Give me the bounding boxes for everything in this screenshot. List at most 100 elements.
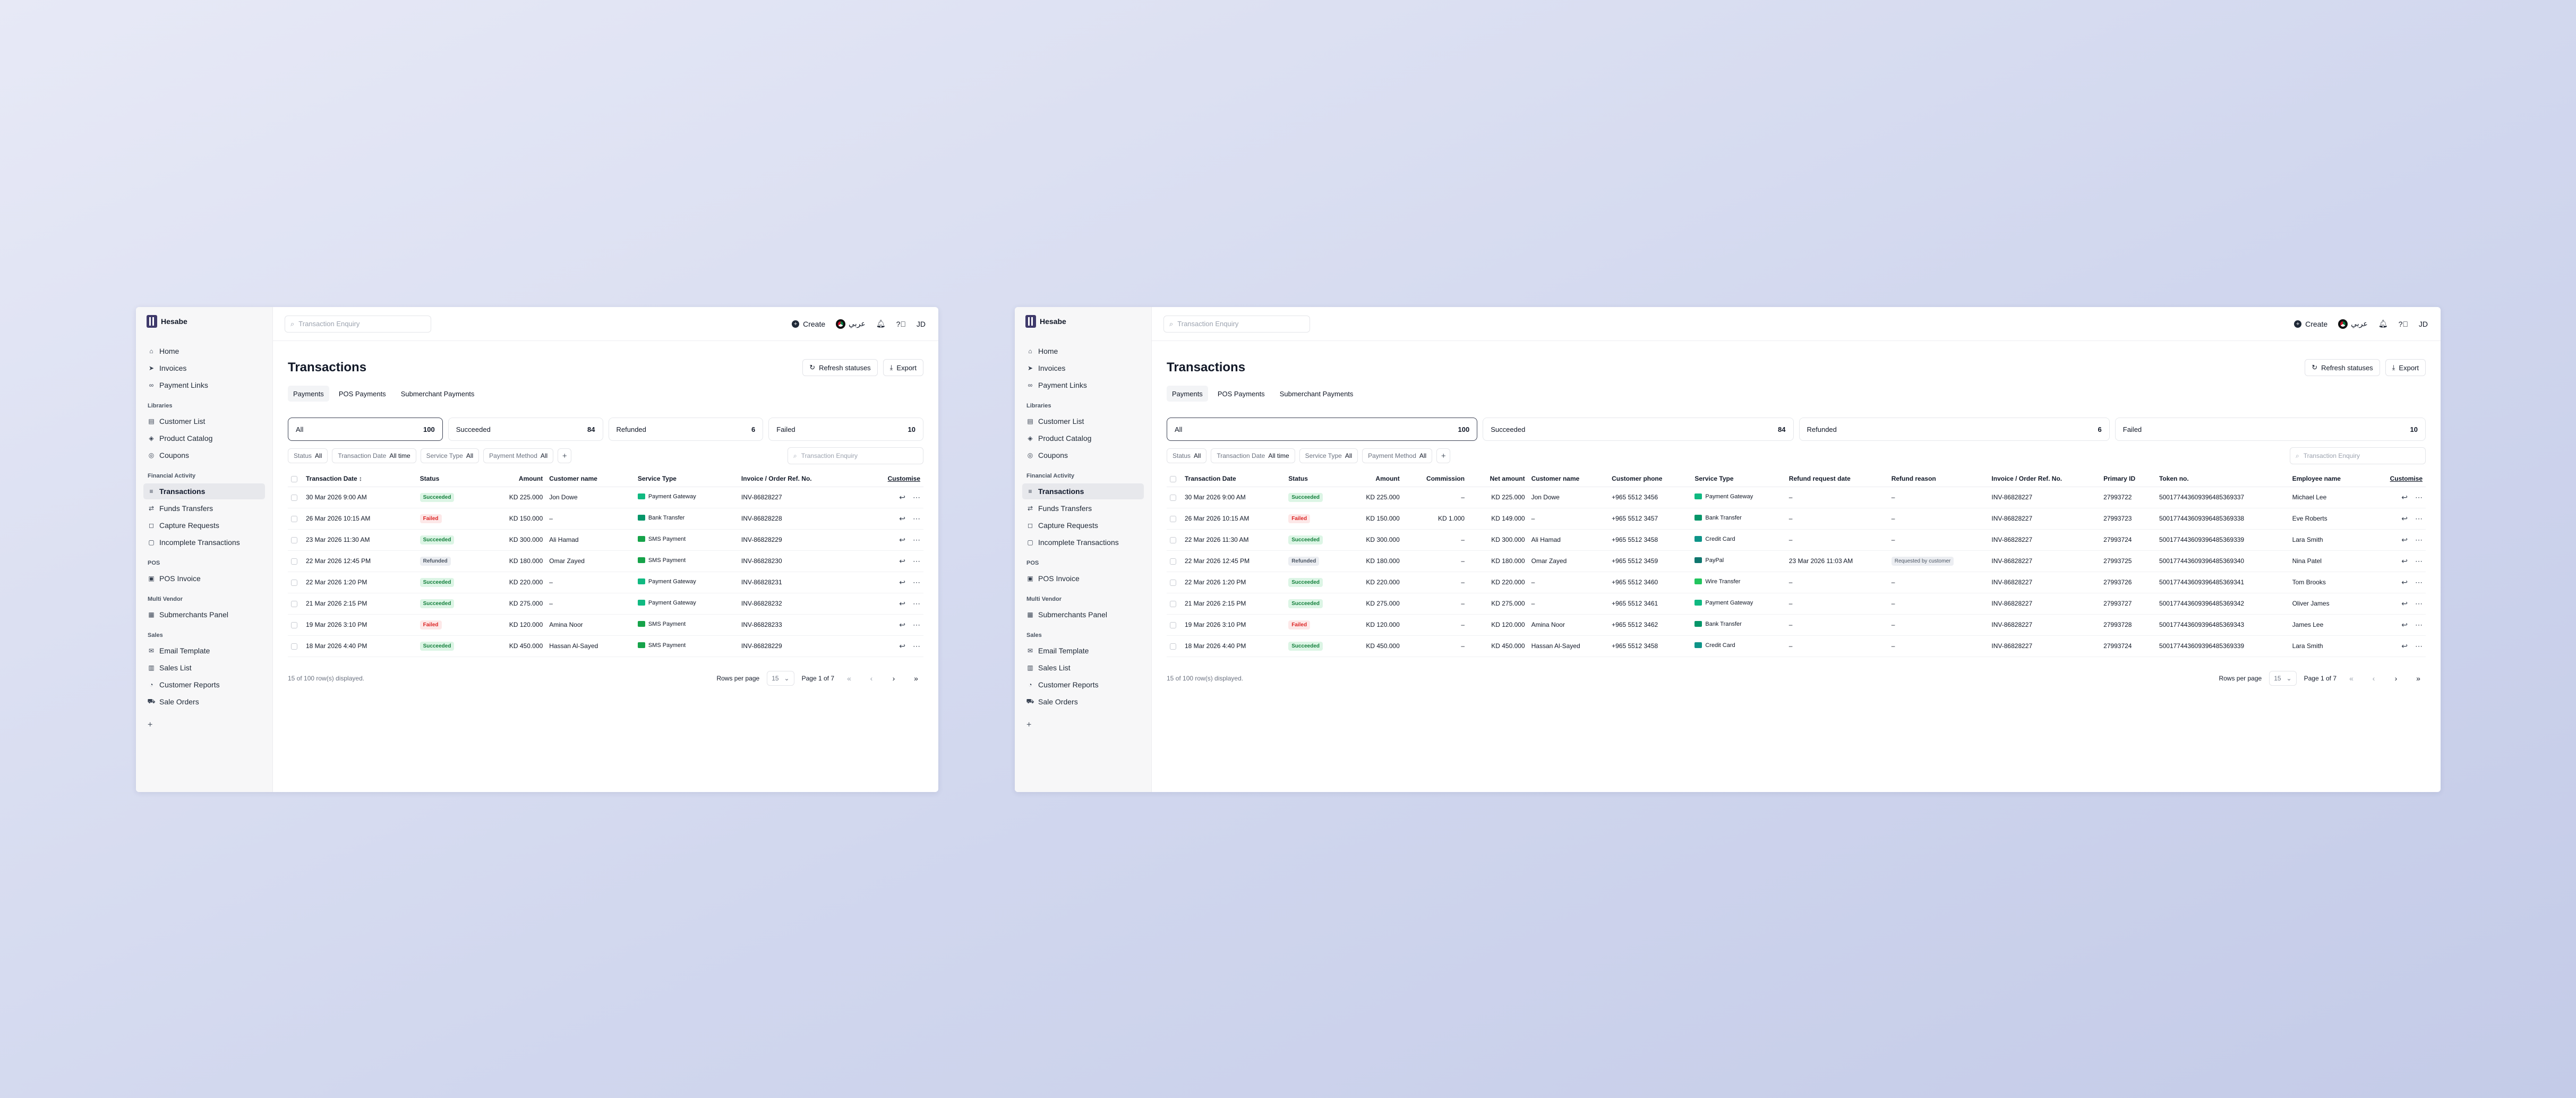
more-icon[interactable]: ⋯ [913, 620, 920, 629]
table-row[interactable]: 21 Mar 2026 2:15 PM Succeeded KD 275.000… [288, 593, 923, 615]
sidebar-item-funds-transfers[interactable]: ⇄ Funds Transfers [1022, 500, 1144, 516]
transaction-enquiry-search[interactable]: ⌕ Transaction Enquiry [1163, 315, 1310, 333]
row-checkbox[interactable] [1170, 600, 1176, 607]
row-checkbox[interactable] [291, 494, 297, 501]
sidebar-item-payment-links[interactable]: ∞ Payment Links [1022, 377, 1144, 393]
sidebar-item-product-catalog[interactable]: ◈ Product Catalog [1022, 430, 1144, 446]
sidebar-item-customer-reports[interactable]: ◔ Customer Reports [1022, 677, 1144, 693]
sidebar-item-home[interactable]: ⌂ Home [1022, 343, 1144, 359]
sort-icon[interactable]: ↕ [359, 475, 362, 482]
table-row[interactable]: 19 Mar 2026 3:10 PM Failed KD 120.000– KD 1… [1167, 614, 2426, 636]
tab-pos-payments[interactable]: POS Payments [1212, 386, 1270, 402]
table-search-input[interactable]: ⌕ Transaction Enquiry [788, 447, 923, 464]
table-search-input[interactable]: ⌕ Transaction Enquiry [2290, 447, 2426, 464]
filter-transaction-date[interactable]: Transaction Date All time [332, 448, 416, 463]
reply-icon[interactable]: ↩ [2401, 642, 2408, 651]
more-icon[interactable]: ⋯ [2415, 557, 2423, 566]
customise-columns-link[interactable]: Customise [861, 471, 923, 487]
row-checkbox[interactable] [1170, 579, 1176, 586]
more-icon[interactable]: ⋯ [2415, 620, 2423, 629]
col-service[interactable]: Service Type [1691, 471, 1786, 487]
col-customer[interactable]: Customer name [1528, 471, 1609, 487]
filter-service-type[interactable]: Service Type All [420, 448, 480, 463]
row-checkbox[interactable] [1170, 515, 1176, 522]
add-filter-button[interactable]: + [558, 448, 572, 463]
sidebar-item-coupons[interactable]: ◎ Coupons [1022, 447, 1144, 463]
more-icon[interactable]: ⋯ [913, 493, 920, 502]
add-shortcut-icon[interactable]: + [1026, 720, 1144, 730]
col-primary-id[interactable]: Primary ID [2100, 471, 2156, 487]
row-checkbox[interactable] [1170, 494, 1176, 501]
table-row[interactable]: 26 Mar 2026 10:15 AM Failed KD 150.000 KD 1… [1167, 508, 2426, 530]
sidebar-item-email-template[interactable]: ✉ Email Template [143, 643, 265, 659]
table-row[interactable]: 18 Mar 2026 4:40 PM Succeeded KD 450.000… [288, 635, 923, 657]
first-page-button[interactable]: « [842, 671, 857, 686]
sidebar-item-submerchants-panel[interactable]: ▦ Submerchants Panel [143, 607, 265, 623]
col-service-type[interactable]: Service Type [634, 471, 738, 487]
col-amount[interactable]: Amount [1345, 471, 1403, 487]
col-amount[interactable]: Amount [482, 471, 546, 487]
row-checkbox[interactable] [291, 622, 297, 628]
help-icon[interactable]: ?⃝ [896, 320, 906, 328]
sidebar-item-sale-orders[interactable]: ⛟ Sale Orders [1022, 694, 1144, 710]
summary-card-succeeded[interactable]: Succeeded 84 [1483, 418, 1794, 441]
table-row[interactable]: 23 Mar 2026 11:30 AM Succeeded KD 300.00… [288, 529, 923, 551]
rows-per-page-select[interactable]: 15 ⌄ [2269, 670, 2297, 686]
refresh-statuses-button[interactable]: ↻ Refresh statuses [2305, 359, 2380, 376]
reply-icon[interactable]: ↩ [2401, 578, 2408, 587]
sidebar-item-funds-transfers[interactable]: ⇄ Funds Transfers [143, 500, 265, 516]
table-row[interactable]: 30 Mar 2026 9:00 AM Succeeded KD 225.000– K… [1167, 487, 2426, 508]
summary-card-succeeded[interactable]: Succeeded 84 [448, 418, 603, 441]
row-checkbox[interactable] [291, 537, 297, 543]
row-checkbox[interactable] [291, 643, 297, 650]
table-row[interactable]: 26 Mar 2026 10:15 AM Failed KD 150.000 –… [288, 508, 923, 530]
table-row[interactable]: 22 Mar 2026 12:45 PM Refunded KD 180.000… [288, 550, 923, 572]
create-button[interactable]: + Create [792, 320, 825, 328]
filter-status[interactable]: Status All [288, 448, 328, 463]
reply-icon[interactable]: ↩ [2401, 493, 2408, 502]
more-icon[interactable]: ⋯ [2415, 642, 2423, 651]
row-checkbox[interactable] [1170, 537, 1176, 543]
sidebar-item-sales-list[interactable]: ▥ Sales List [143, 660, 265, 676]
reply-icon[interactable]: ↩ [2401, 620, 2408, 629]
rows-per-page-select[interactable]: 15 ⌄ [767, 670, 794, 686]
row-checkbox[interactable] [291, 515, 297, 522]
prev-page-button[interactable]: ‹ [2366, 671, 2381, 686]
more-icon[interactable]: ⋯ [2415, 493, 2423, 502]
sidebar-item-transactions[interactable]: ≡ Transactions [143, 483, 265, 499]
col-employee[interactable]: Employee name [2289, 471, 2369, 487]
customise-columns-link[interactable]: Customise [2369, 471, 2426, 487]
table-row[interactable]: 18 Mar 2026 4:40 PM Succeeded KD 450.000– K… [1167, 635, 2426, 657]
add-filter-button[interactable]: + [1436, 448, 1451, 463]
more-icon[interactable]: ⋯ [2415, 535, 2423, 544]
sidebar-item-coupons[interactable]: ◎ Coupons [143, 447, 265, 463]
sidebar-item-customer-reports[interactable]: ◔ Customer Reports [143, 677, 265, 693]
sidebar-item-incomplete-transactions[interactable]: ▢ Incomplete Transactions [143, 534, 265, 550]
col-status[interactable]: Status [1285, 471, 1345, 487]
col-commission[interactable]: Commission [1402, 471, 1468, 487]
summary-card-refunded[interactable]: Refunded 6 [608, 418, 764, 441]
row-checkbox[interactable] [291, 579, 297, 586]
table-row[interactable]: 21 Mar 2026 2:15 PM Succeeded KD 275.000– K… [1167, 593, 2426, 615]
reply-icon[interactable]: ↩ [899, 642, 905, 651]
filter-status[interactable]: Status All [1167, 448, 1207, 463]
last-page-button[interactable]: » [2411, 671, 2426, 686]
sidebar-item-pos-invoice[interactable]: ▣ POS Invoice [1022, 571, 1144, 586]
summary-card-refunded[interactable]: Refunded 6 [1799, 418, 2110, 441]
sidebar-item-transactions[interactable]: ≡ Transactions [1022, 483, 1144, 499]
reply-icon[interactable]: ↩ [899, 578, 905, 587]
export-button[interactable]: ⤓ Export [883, 359, 923, 376]
sidebar-item-submerchants-panel[interactable]: ▦ Submerchants Panel [1022, 607, 1144, 623]
sidebar-item-sale-orders[interactable]: ⛟ Sale Orders [143, 694, 265, 710]
row-checkbox[interactable] [1170, 622, 1176, 628]
table-row[interactable]: 19 Mar 2026 3:10 PM Failed KD 120.000 Am… [288, 614, 923, 636]
col-date[interactable]: Transaction Date [1182, 471, 1286, 487]
table-row[interactable]: 22 Mar 2026 1:20 PM Succeeded KD 220.000… [288, 572, 923, 593]
summary-card-all[interactable]: All 100 [288, 418, 443, 441]
filter-transaction-date[interactable]: Transaction Date All time [1211, 448, 1295, 463]
tab-payments[interactable]: Payments [1167, 386, 1208, 402]
sidebar-item-payment-links[interactable]: ∞ Payment Links [143, 377, 265, 393]
sidebar-item-invoices[interactable]: ➤ Invoices [143, 360, 265, 376]
col-refund-reason[interactable]: Refund reason [1888, 471, 1989, 487]
sidebar-item-customer-list[interactable]: ▤ Customer List [1022, 413, 1144, 429]
